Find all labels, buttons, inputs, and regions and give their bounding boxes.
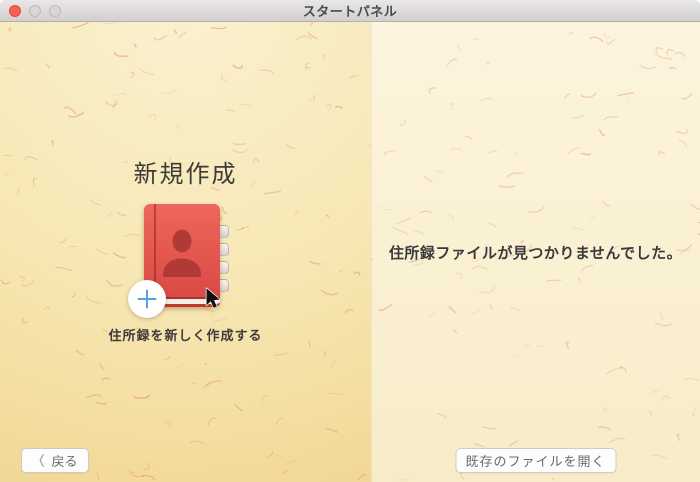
window-title: スタートパネル <box>302 4 398 19</box>
back-button[interactable]: 〈 戻る <box>21 448 89 473</box>
plus-icon <box>137 289 157 309</box>
zoom-button <box>49 5 61 17</box>
new-address-book-pane: 新規作成 住所録を新しく作成する 〈 戻る <box>0 22 371 482</box>
start-panel-window: スタートパネル 新規作成 住所録を新しく作成する 〈 戻る 住所録ファイルが見つ… <box>0 0 700 482</box>
new-section-title: 新規作成 <box>133 161 238 188</box>
add-button[interactable] <box>128 280 166 318</box>
back-button-label: 戻る <box>51 454 78 469</box>
close-button[interactable] <box>9 5 21 17</box>
open-button-label: 既存のファイルを開く <box>465 454 606 469</box>
open-existing-file-button[interactable]: 既存のファイルを開く <box>455 448 616 473</box>
window-controls <box>9 5 61 17</box>
not-found-message: 住所録ファイルが見つかりませんでした。 <box>388 245 683 262</box>
minimize-button <box>29 5 41 17</box>
chevron-left-icon: 〈 <box>32 453 45 470</box>
content: 新規作成 住所録を新しく作成する 〈 戻る 住所録ファイルが見つかりませんでした… <box>0 22 700 482</box>
person-icon <box>163 229 201 277</box>
titlebar: スタートパネル <box>0 0 700 22</box>
open-existing-pane: 住所録ファイルが見つかりませんでした。 既存のファイルを開く <box>371 22 700 482</box>
new-book-caption: 住所録を新しく作成する <box>108 328 263 343</box>
